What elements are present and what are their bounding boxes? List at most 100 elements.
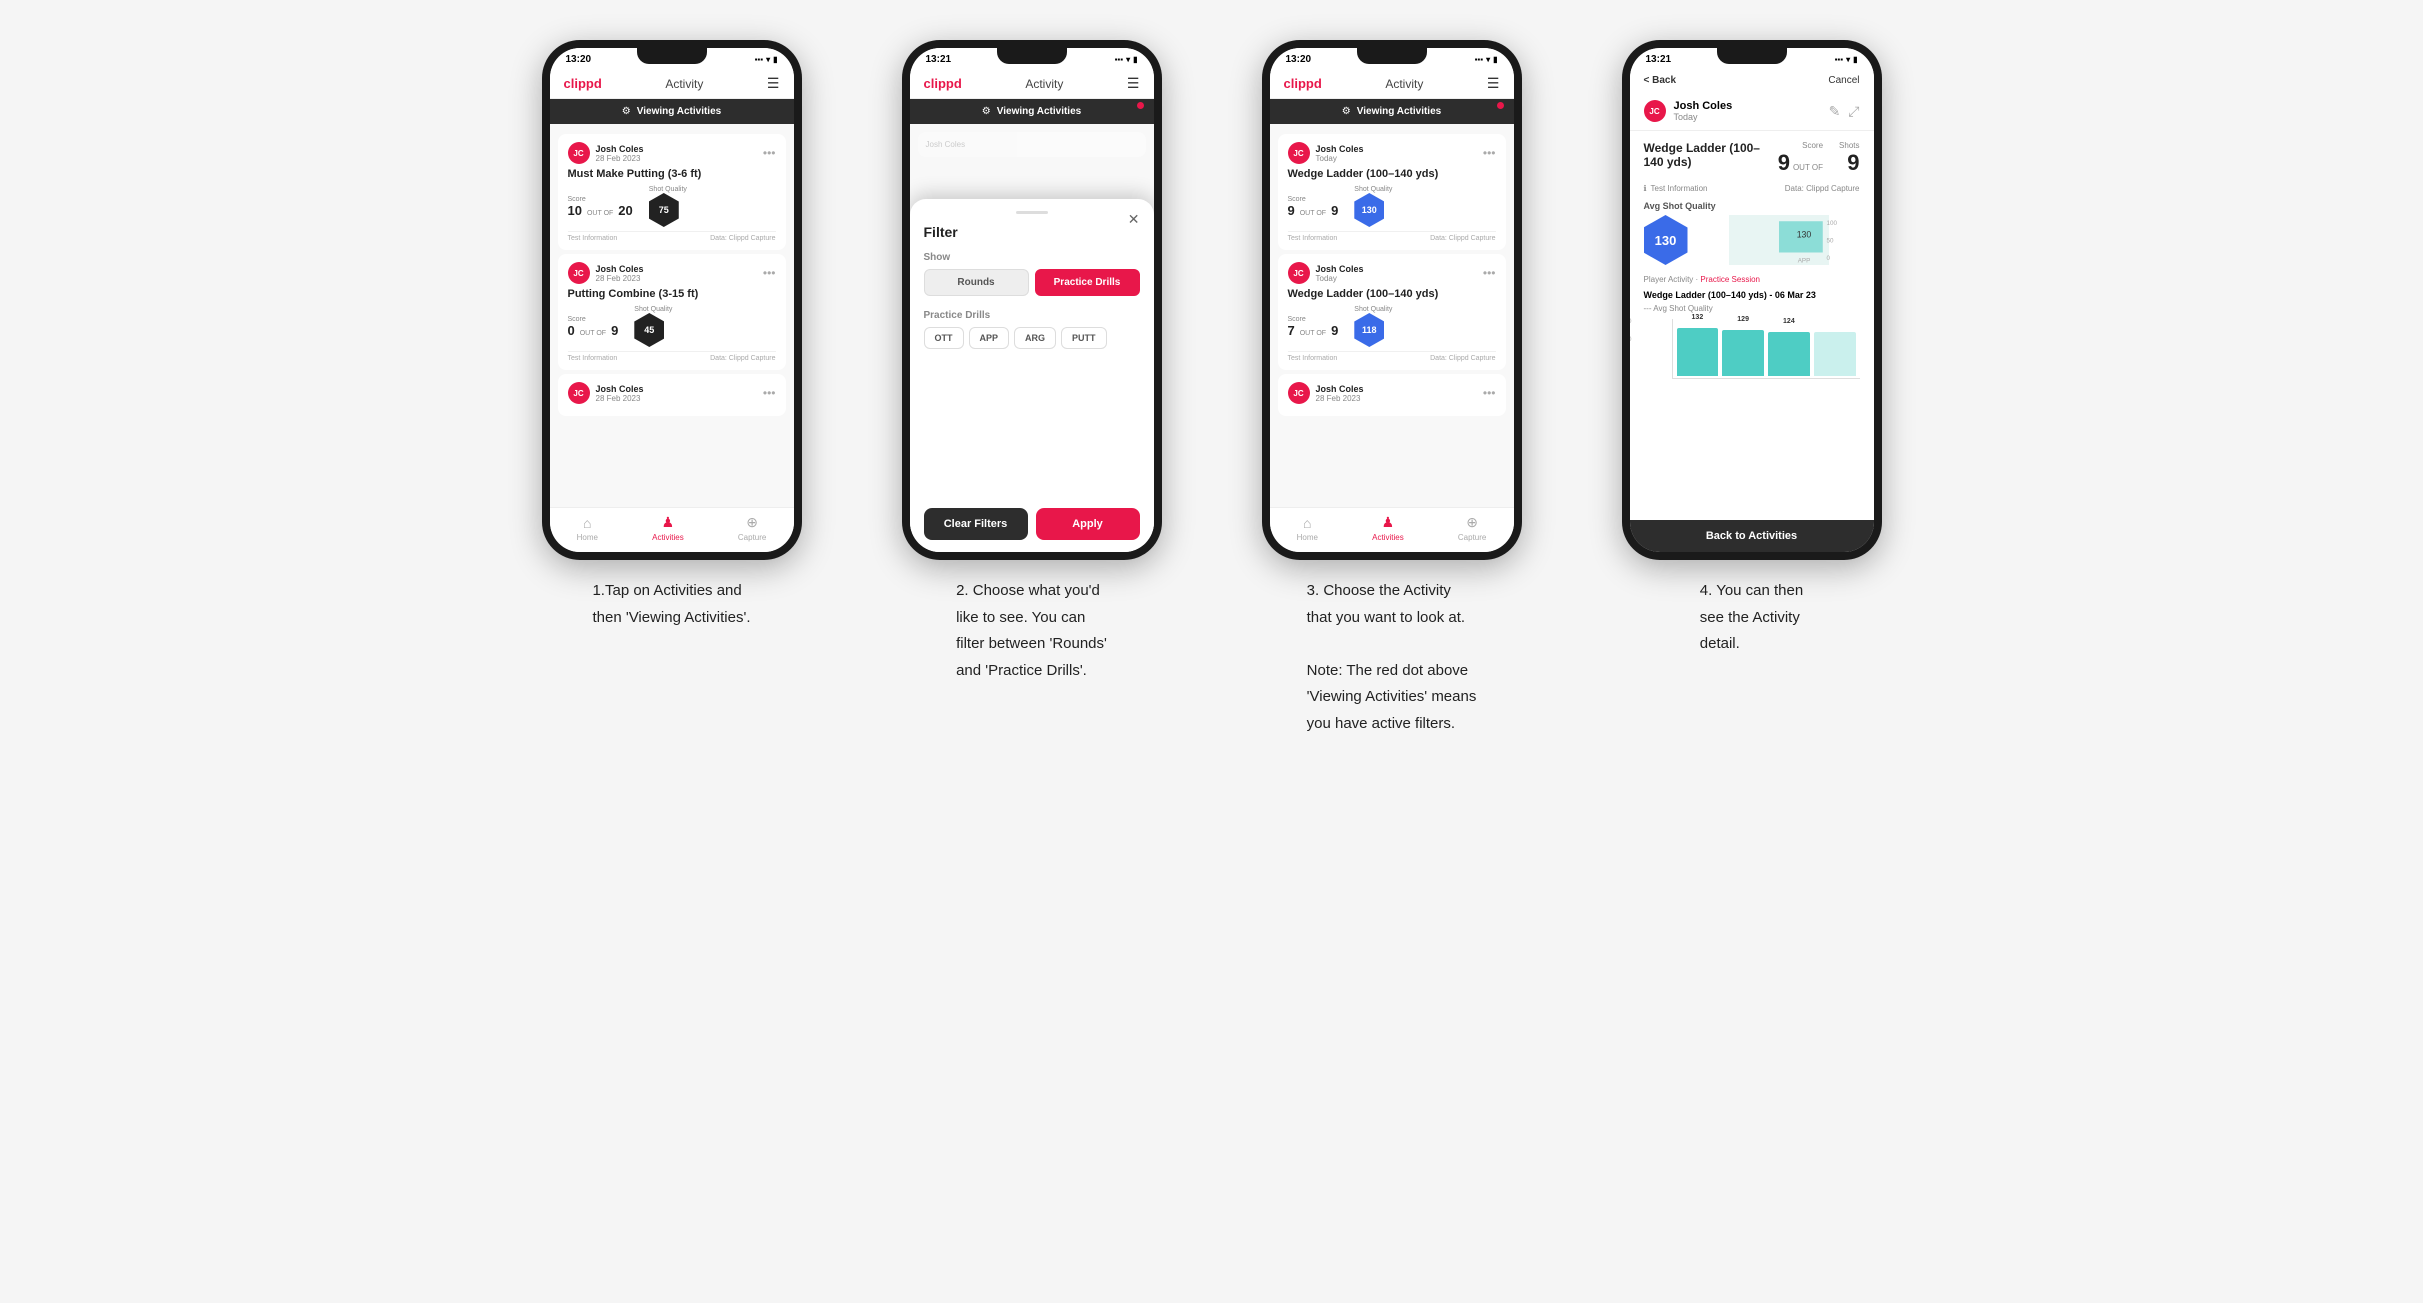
score-group-1-1: Score 10 OUT OF 20: [568, 196, 633, 218]
step-2-column: 13:21 ▪▪▪ ▾ ▮ clippd Activity ☰ ⚙ View: [872, 40, 1192, 686]
detail-info-row-4: ℹ Test Information Data: Clippd Capture: [1644, 184, 1860, 193]
viewing-banner-3[interactable]: ⚙ Viewing Activities: [1270, 99, 1514, 124]
filter-icon-1: ⚙: [622, 106, 631, 117]
bar-label-2-4: 129: [1737, 316, 1749, 323]
more-dots-3-1[interactable]: •••: [1483, 146, 1496, 160]
detail-user-info-4: Josh Coles Today: [1674, 100, 1733, 122]
activity-card-3-1[interactable]: JC Josh Coles Today ••• Wedge Ladder (10…: [1278, 134, 1506, 250]
detail-shots-label-4: Shots: [1839, 141, 1859, 150]
more-dots-1-3[interactable]: •••: [763, 386, 776, 400]
modal-close-icon-2[interactable]: ✕: [1128, 211, 1140, 228]
activity-card-3-3[interactable]: JC Josh Coles 28 Feb 2023 •••: [1278, 374, 1506, 416]
edit-icon-4[interactable]: ✎: [1829, 103, 1841, 120]
viewing-banner-2[interactable]: ⚙ Viewing Activities: [910, 99, 1154, 124]
step-3-desc-line-4: Note: The red dot above: [1307, 660, 1477, 683]
battery-icon-4: ▮: [1853, 55, 1857, 64]
avatar-3-1: JC: [1288, 142, 1310, 164]
score-group-1-2: Score 0 OUT OF 9: [568, 316, 619, 338]
cancel-button-4[interactable]: Cancel: [1828, 75, 1859, 86]
user-name-1-3: Josh Coles: [596, 384, 644, 394]
user-name-1-1: Josh Coles: [596, 144, 644, 154]
avatar-3-2: JC: [1288, 262, 1310, 284]
phone-4-notch: [1717, 48, 1787, 64]
viewing-banner-1[interactable]: ⚙ Viewing Activities: [550, 99, 794, 124]
nav-home-3[interactable]: ⌂ Home: [1297, 515, 1318, 542]
card-title-3-1: Wedge Ladder (100–140 yds): [1288, 168, 1496, 180]
svg-text:130: 130: [1796, 230, 1811, 240]
sq-group-1-2: Shot Quality 45: [634, 306, 672, 347]
activity-card-1-2[interactable]: JC Josh Coles 28 Feb 2023 ••• Putting Co…: [558, 254, 786, 370]
hamburger-icon-1[interactable]: ☰: [767, 75, 780, 92]
nav-activities-3[interactable]: ♟ Activities: [1372, 514, 1404, 542]
hamburger-icon-2[interactable]: ☰: [1127, 75, 1140, 92]
detail-test-info-4: Test Information: [1651, 184, 1708, 193]
more-dots-1-2[interactable]: •••: [763, 266, 776, 280]
sq-badge-1-1: 75: [649, 193, 679, 227]
filter-tab-practice-2[interactable]: Practice Drills: [1035, 269, 1140, 296]
filter-tab-rounds-2[interactable]: Rounds: [924, 269, 1029, 296]
drill-tag-app-2[interactable]: APP: [969, 327, 1010, 349]
phone-3-notch: [1357, 48, 1427, 64]
stat-outof-3-2: 7 OUT OF 9: [1288, 323, 1339, 338]
card-stats-1-2: Score 0 OUT OF 9 Shot Quality 45: [568, 306, 776, 347]
more-dots-3-2[interactable]: •••: [1483, 266, 1496, 280]
nav-capture-3[interactable]: ⊕ Capture: [1458, 514, 1486, 542]
filter-icon-2: ⚙: [982, 106, 991, 117]
bar-1-4: 132: [1677, 328, 1719, 376]
hamburger-icon-3[interactable]: ☰: [1487, 75, 1500, 92]
wifi-icon: ▾: [766, 55, 770, 64]
activity-card-3-2[interactable]: JC Josh Coles Today ••• Wedge Ladder (10…: [1278, 254, 1506, 370]
battery-icon-2: ▮: [1133, 55, 1137, 64]
svg-text:0: 0: [1826, 255, 1830, 262]
card-header-1-1: JC Josh Coles 28 Feb 2023 •••: [568, 142, 776, 164]
activity-card-1-1[interactable]: JC Josh Coles 28 Feb 2023 ••• Must Make …: [558, 134, 786, 250]
phone-4-frame: 13:21 ▪▪▪ ▾ ▮ < Back Cancel JC: [1622, 40, 1882, 560]
user-date-1-3: 28 Feb 2023: [596, 394, 644, 403]
avatar-1-1: JC: [568, 142, 590, 164]
score-group-3-2: Score 7 OUT OF 9: [1288, 316, 1339, 338]
detail-title-row-4: Wedge Ladder (100–140 yds) Score 9 OUT O…: [1644, 141, 1860, 176]
back-to-activities-button-4[interactable]: Back to Activities: [1630, 520, 1874, 552]
wifi-icon-4: ▾: [1846, 55, 1850, 64]
score-group-3-1: Score 9 OUT OF 9: [1288, 196, 1339, 218]
nav-activities-1[interactable]: ♟ Activities: [652, 514, 684, 542]
clear-filters-button-2[interactable]: Clear Filters: [924, 508, 1028, 540]
footer-right-1-2: Data: Clippd Capture: [710, 355, 775, 362]
y-label-80: 80: [1630, 355, 1632, 361]
apply-button-2[interactable]: Apply: [1036, 508, 1140, 540]
shots-value-1-1: 20: [618, 203, 632, 218]
back-button-4[interactable]: < Back: [1644, 75, 1677, 86]
user-name-3-1: Josh Coles: [1316, 144, 1364, 154]
status-icons-4: ▪▪▪ ▾ ▮: [1835, 55, 1858, 64]
footer-right-3-1: Data: Clippd Capture: [1430, 235, 1495, 242]
nav-capture-1[interactable]: ⊕ Capture: [738, 514, 766, 542]
bottom-nav-3: ⌂ Home ♟ Activities ⊕ Capture: [1270, 507, 1514, 552]
drill-tag-arg-2[interactable]: ARG: [1014, 327, 1056, 349]
nav-home-1[interactable]: ⌂ Home: [577, 515, 598, 542]
footer-right-3-2: Data: Clippd Capture: [1430, 355, 1495, 362]
more-dots-1-1[interactable]: •••: [763, 146, 776, 160]
phone-2-notch: [997, 48, 1067, 64]
detail-nav-4: < Back Cancel: [1630, 69, 1874, 92]
home-icon-1: ⌂: [583, 515, 591, 531]
svg-text:100: 100: [1826, 220, 1837, 227]
detail-data-capture-4: Data: Clippd Capture: [1785, 184, 1860, 193]
activity-card-1-3[interactable]: JC Josh Coles 28 Feb 2023 •••: [558, 374, 786, 416]
expand-icon-4[interactable]: ⤢: [1848, 103, 1859, 120]
sq-badge-1-2: 45: [634, 313, 664, 347]
nav-home-label-3: Home: [1297, 533, 1318, 542]
y-label-100: 100: [1630, 337, 1632, 343]
time-1: 13:20: [566, 54, 592, 65]
out-of-text-1-2: OUT OF: [580, 330, 606, 337]
wifi-icon-2: ▾: [1126, 55, 1130, 64]
sq-group-1-1: Shot Quality 75: [649, 186, 687, 227]
footer-left-3-1: Test Information: [1288, 235, 1338, 242]
user-date-3-2: Today: [1316, 274, 1364, 283]
drill-tag-putt-2[interactable]: PUTT: [1061, 327, 1107, 349]
app-nav-title-1: Activity: [665, 77, 703, 91]
more-dots-3-3[interactable]: •••: [1483, 386, 1496, 400]
filter-modal-2: ✕ Filter Show Rounds Practice Drills Pra…: [910, 199, 1154, 552]
drill-tag-ott-2[interactable]: OTT: [924, 327, 964, 349]
footer-left-1-1: Test Information: [568, 235, 618, 242]
activities-icon-3: ♟: [1382, 514, 1395, 531]
